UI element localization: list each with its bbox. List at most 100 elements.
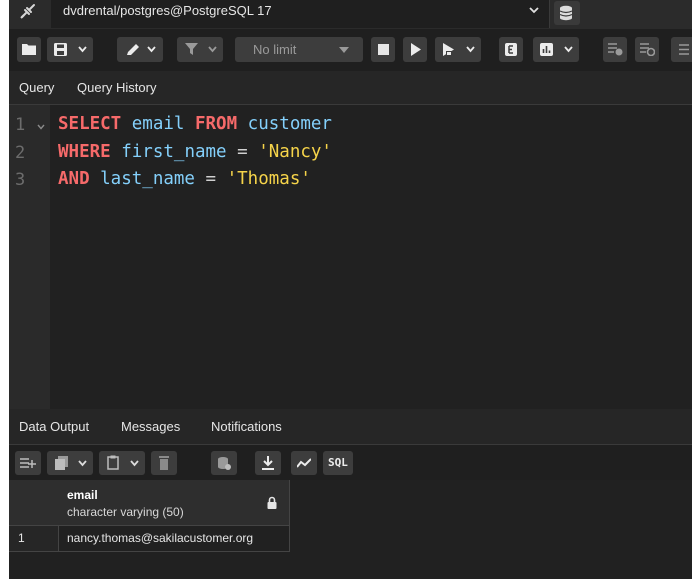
results-grid: email character varying (50) 1 nancy.tho…: [9, 480, 692, 579]
chevron-down-icon[interactable]: [147, 46, 156, 53]
connection-bar: dvdrental/postgres@PostgreSQL 17: [9, 0, 692, 29]
grid-corner-select-all[interactable]: [9, 480, 59, 526]
cell-value: nancy.thomas@sakilacustomer.org: [67, 531, 254, 545]
sql-button[interactable]: SQL: [323, 451, 353, 475]
save-data-button[interactable]: [211, 451, 237, 475]
save-file-button[interactable]: [47, 37, 93, 62]
code-token: WHERE: [58, 142, 111, 162]
output-toolbar: SQL: [9, 445, 692, 480]
line-number: 1: [15, 115, 26, 135]
edit-button[interactable]: [117, 37, 163, 62]
lock-icon: [267, 496, 277, 509]
row-limit-value: No limit: [253, 42, 297, 57]
connection-status-icon[interactable]: [19, 2, 37, 20]
column-type: character varying (50): [67, 505, 184, 519]
trash-icon: [159, 456, 169, 470]
chart-icon: [540, 43, 553, 56]
filter-icon: [185, 43, 198, 55]
query-tabs: Query Query History: [9, 71, 692, 105]
new-connection-button[interactable]: [554, 1, 580, 25]
paste-button[interactable]: [99, 451, 145, 475]
code-token: FROM: [194, 114, 238, 134]
line-number: 2: [15, 143, 26, 163]
code-token: last_name: [89, 169, 206, 189]
code-token: =: [205, 169, 217, 189]
line-gutter: 1 2 3: [9, 105, 50, 409]
chevron-down-icon[interactable]: [130, 460, 139, 467]
query-toolbar: No limit: [9, 29, 692, 71]
code-token: AND: [58, 169, 90, 189]
pgadmin-query-tool: dvdrental/postgres@PostgreSQL 17 No limi…: [9, 0, 692, 579]
chevron-down-icon: [529, 7, 539, 14]
caret-down-icon: [339, 47, 349, 53]
code-line: SELECT email FROM customer: [58, 114, 332, 134]
filter-button[interactable]: [177, 37, 223, 62]
sql-editor[interactable]: 1 2 3 SELECT email FROM customer WHERE f…: [9, 105, 692, 409]
copy-button[interactable]: [47, 451, 93, 475]
explain-icon: [505, 43, 517, 56]
delete-row-button[interactable]: [151, 451, 177, 475]
folder-icon: [22, 44, 36, 55]
play-icon: [411, 43, 421, 56]
tab-data-output[interactable]: Data Output: [19, 419, 89, 434]
tab-messages[interactable]: Messages: [121, 419, 180, 434]
list-icon: [679, 44, 689, 55]
code-token: customer: [237, 114, 332, 134]
open-file-button[interactable]: [17, 37, 41, 62]
clipboard-icon: [107, 455, 119, 470]
chevron-down-icon[interactable]: [564, 46, 573, 53]
explain-button[interactable]: [499, 37, 523, 62]
chevron-down-icon[interactable]: [466, 46, 475, 53]
code-token: =: [237, 142, 248, 162]
code-token: email: [121, 114, 195, 134]
column-name: email: [67, 488, 98, 502]
add-row-icon: [20, 458, 36, 468]
chevron-down-icon[interactable]: [208, 46, 217, 53]
commit-button[interactable]: [603, 37, 627, 62]
download-button[interactable]: [255, 451, 281, 475]
macros-button[interactable]: [671, 37, 692, 62]
run-script-icon: [443, 43, 454, 56]
code-token: SELECT: [58, 114, 122, 134]
execute-button[interactable]: [403, 37, 427, 62]
copy-icon: [55, 456, 68, 470]
save-icon: [54, 43, 67, 56]
stop-button[interactable]: [371, 37, 395, 62]
code-token: 'Thomas': [226, 169, 311, 189]
output-tabs: Data Output Messages Notifications: [9, 409, 692, 445]
code-token: 'Nancy': [258, 142, 332, 162]
chevron-down-icon[interactable]: [78, 46, 87, 53]
code-line: AND last_name = 'Thomas': [58, 169, 311, 189]
rollback-icon: [640, 43, 655, 56]
chevron-down-icon[interactable]: [78, 460, 87, 467]
explain-analyze-button[interactable]: [533, 37, 579, 62]
code-line: WHERE first_name = 'Nancy': [58, 142, 332, 162]
execute-options-button[interactable]: [435, 37, 481, 62]
code-token: first_name: [110, 142, 238, 162]
commit-icon: [608, 43, 623, 56]
row-number-cell[interactable]: 1: [9, 526, 59, 552]
row-limit-select[interactable]: No limit: [235, 37, 363, 62]
tab-notifications[interactable]: Notifications: [211, 419, 282, 434]
tab-query-history[interactable]: Query History: [77, 80, 156, 95]
connection-selector[interactable]: dvdrental/postgres@PostgreSQL 17: [51, 0, 550, 28]
table-cell[interactable]: nancy.thomas@sakilacustomer.org: [58, 526, 290, 552]
download-icon: [262, 456, 274, 470]
add-row-button[interactable]: [15, 451, 41, 475]
sql-button-label: SQL: [328, 456, 348, 469]
save-data-icon: [218, 457, 231, 470]
pencil-icon: [127, 44, 139, 55]
rollback-button[interactable]: [635, 37, 659, 62]
line-number: 3: [15, 170, 26, 190]
fold-chevron-icon[interactable]: [37, 123, 45, 131]
line-chart-icon: [297, 458, 311, 468]
database-icon: [559, 5, 573, 21]
tab-query[interactable]: Query: [19, 80, 54, 95]
stop-icon: [378, 44, 389, 55]
row-number: 1: [18, 531, 25, 545]
column-header-email[interactable]: email character varying (50): [58, 480, 290, 526]
connection-label: dvdrental/postgres@PostgreSQL 17: [63, 3, 272, 18]
graph-visualiser-button[interactable]: [291, 451, 317, 475]
